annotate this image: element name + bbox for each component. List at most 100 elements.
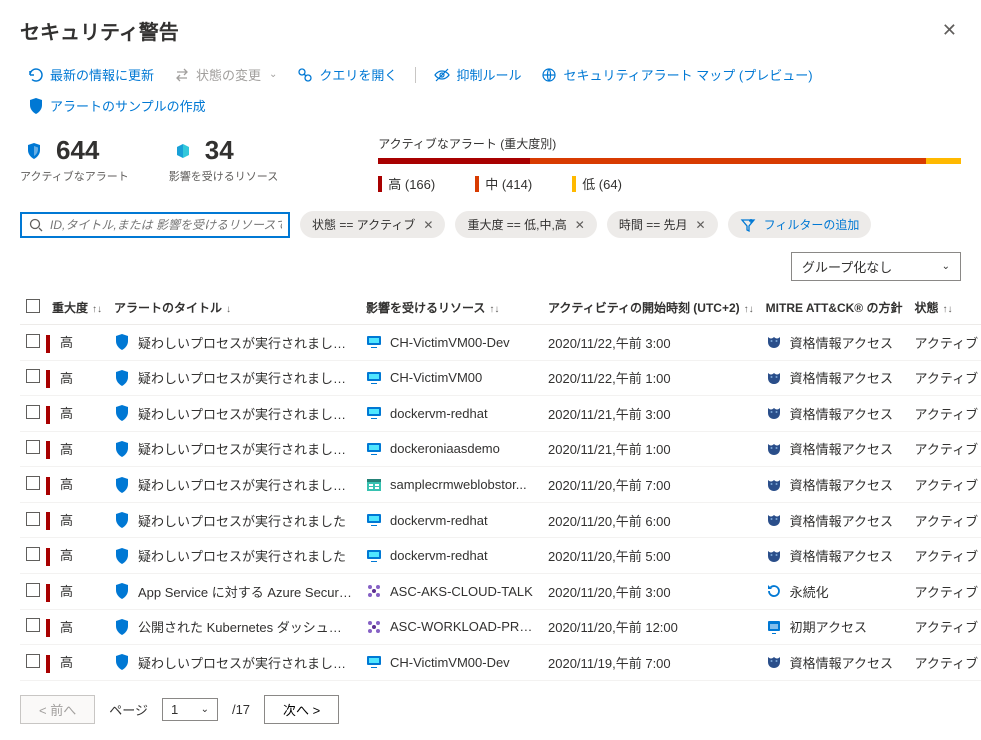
row-checkbox[interactable] — [26, 583, 40, 597]
alert-title: 公開された Kubernetes ダッシュボードが検... — [138, 617, 354, 636]
col-mitre[interactable]: MITRE ATT&CK® の方針 — [760, 291, 909, 325]
cube-icon — [169, 137, 197, 165]
change-state-button[interactable]: 状態の変更 ⌄ — [166, 61, 285, 88]
severity-indicator — [46, 655, 50, 673]
mitre-tactic: 資格情報アクセス — [790, 404, 893, 423]
col-title[interactable]: アラートのタイトル↓ — [108, 291, 360, 325]
table-row[interactable]: 高 App Service に対する Azure Security Ce... … — [20, 573, 981, 609]
active-alerts-stat: 644 アクティブなアラート — [20, 135, 129, 184]
group-by-value: グループ化なし — [802, 257, 892, 276]
shield-icon — [114, 477, 130, 493]
add-filter-button[interactable]: フィルターの追加 — [728, 211, 872, 238]
resource-icon — [366, 548, 382, 564]
resource-name: dockervm-redhat — [390, 406, 488, 421]
alert-state: アクティブ — [909, 573, 981, 609]
chevron-down-icon: ⌄ — [269, 69, 277, 80]
mitre-icon — [766, 477, 782, 493]
row-checkbox[interactable] — [26, 654, 40, 668]
table-row[interactable]: 高 疑わしいプロセスが実行されました [複数 ... samplecrmwebl… — [20, 467, 981, 503]
remove-filter-icon[interactable]: ✕ — [423, 218, 433, 232]
row-checkbox[interactable] — [26, 405, 40, 419]
table-row[interactable]: 高 疑わしいプロセスが実行されました [複数 ... dockeroniaasd… — [20, 431, 981, 467]
activity-time: 2020/11/20,午前 3:00 — [542, 573, 760, 609]
active-count: 644 — [56, 135, 99, 166]
activity-time: 2020/11/22,午前 3:00 — [542, 325, 760, 361]
table-row[interactable]: 高 公開された Kubernetes ダッシュボードが検... ASC-WORK… — [20, 609, 981, 645]
severity-low-seg — [926, 158, 961, 164]
remove-filter-icon[interactable]: ✕ — [575, 218, 585, 232]
alert-title: 疑わしいプロセスが実行されました [複数 ... — [138, 404, 354, 423]
mitre-icon — [766, 334, 782, 350]
filter-state[interactable]: 状態 == アクティブ✕ — [300, 211, 445, 238]
create-sample-button[interactable]: アラートのサンプルの作成 — [20, 92, 214, 119]
legend-high[interactable]: 高 (166) — [378, 174, 435, 193]
row-checkbox[interactable] — [26, 547, 40, 561]
legend-low[interactable]: 低 (64) — [572, 174, 622, 193]
row-checkbox[interactable] — [26, 369, 40, 383]
row-checkbox[interactable] — [26, 512, 40, 526]
col-time[interactable]: アクティビティの開始時刻 (UTC+2)↑↓ — [542, 291, 760, 325]
mitre-icon — [766, 512, 782, 528]
mitre-icon — [766, 654, 782, 670]
open-query-button[interactable]: クエリを開く — [289, 61, 405, 88]
resource-name: dockervm-redhat — [390, 513, 488, 528]
open-query-label: クエリを開く — [319, 65, 397, 84]
query-icon — [297, 67, 313, 83]
severity-text: 高 — [60, 442, 73, 457]
mitre-icon — [766, 370, 782, 386]
filter-severity[interactable]: 重大度 == 低,中,高✕ — [455, 211, 596, 238]
remove-filter-icon[interactable]: ✕ — [696, 218, 706, 232]
prev-button[interactable]: < 前へ — [20, 695, 95, 724]
alert-title: 疑わしいプロセスが実行されました [複数 ... — [138, 475, 354, 494]
row-checkbox[interactable] — [26, 440, 40, 454]
severity-high-seg — [378, 158, 530, 164]
col-resource[interactable]: 影響を受けるリソース↑↓ — [360, 291, 542, 325]
swatch-red — [378, 176, 382, 192]
table-row[interactable]: 高 疑わしいプロセスが実行されました [複数 ... CH-VictimVM00… — [20, 645, 981, 681]
row-checkbox[interactable] — [26, 334, 40, 348]
legend-medium[interactable]: 中 (414) — [475, 174, 532, 193]
shield-icon — [114, 654, 130, 670]
table-row[interactable]: 高 疑わしいプロセスが実行されました [複数 ... dockervm-redh… — [20, 396, 981, 432]
sort-icon: ↑↓ — [92, 304, 102, 315]
resource-icon — [366, 441, 382, 457]
pager: < 前へ ページ 1⌄ /17 次へ > — [20, 695, 961, 724]
table-row[interactable]: 高 疑わしいプロセスが実行されました dockervm-redhat 2020/… — [20, 502, 981, 538]
table-row[interactable]: 高 疑わしいプロセスが実行されました [複数 ... CH-VictimVM00… — [20, 325, 981, 361]
page-select[interactable]: 1⌄ — [162, 698, 218, 721]
search-box[interactable] — [20, 212, 290, 238]
resource-icon — [366, 370, 382, 386]
resource-icon — [366, 405, 382, 421]
severity-text: 高 — [60, 406, 73, 421]
close-button[interactable]: ✕ — [938, 16, 961, 45]
swap-icon — [174, 67, 190, 83]
select-all-checkbox[interactable] — [26, 299, 40, 313]
table-row[interactable]: 高 疑わしいプロセスが実行されました [複数 ... CH-VictimVM00… — [20, 360, 981, 396]
refresh-label: 最新の情報に更新 — [50, 65, 154, 84]
filter-time[interactable]: 時間 == 先月✕ — [607, 211, 718, 238]
severity-indicator — [46, 406, 50, 424]
row-checkbox[interactable] — [26, 476, 40, 490]
suppression-button[interactable]: 抑制ルール — [426, 61, 529, 88]
resource-icon — [366, 512, 382, 528]
col-severity[interactable]: 重大度↑↓ — [46, 291, 108, 325]
mitre-tactic: 資格情報アクセス — [790, 546, 893, 565]
severity-indicator — [46, 335, 50, 353]
resource-name: samplecrmweblobstor... — [390, 477, 527, 492]
col-state[interactable]: 状態↑↓ — [909, 291, 981, 325]
activity-time: 2020/11/20,午前 7:00 — [542, 467, 760, 503]
group-by-select[interactable]: グループ化なし ⌄ — [791, 252, 961, 281]
search-input[interactable] — [50, 218, 282, 232]
resource-name: CH-VictimVM00-Dev — [390, 335, 510, 350]
refresh-button[interactable]: 最新の情報に更新 — [20, 61, 162, 88]
alert-state: アクティブ — [909, 467, 981, 503]
next-button[interactable]: 次へ > — [264, 695, 339, 724]
severity-text: 高 — [60, 548, 73, 563]
resource-name: ASC-WORKLOAD-PRO... — [390, 619, 536, 634]
alert-map-button[interactable]: セキュリティアラート マップ (プレビュー) — [533, 61, 820, 88]
table-row[interactable]: 高 疑わしいプロセスが実行されました dockervm-redhat 2020/… — [20, 538, 981, 574]
suppression-label: 抑制ルール — [456, 65, 521, 84]
resource-icon — [366, 583, 382, 599]
row-checkbox[interactable] — [26, 618, 40, 632]
shield-icon — [114, 370, 130, 386]
